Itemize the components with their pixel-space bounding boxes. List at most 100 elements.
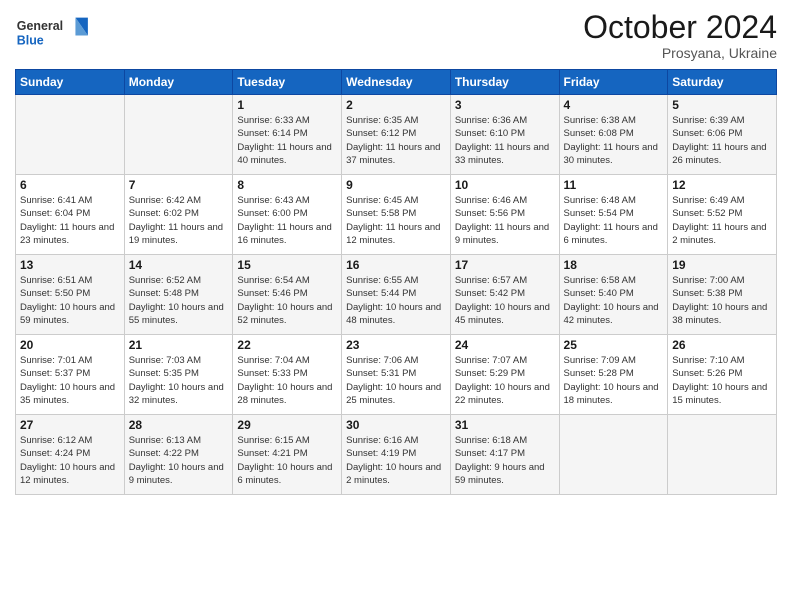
day-info: Sunrise: 6:57 AMSunset: 5:42 PMDaylight:… xyxy=(455,274,555,327)
day-number: 28 xyxy=(129,418,229,432)
day-number: 17 xyxy=(455,258,555,272)
daylight-text: Daylight: 10 hours and 2 minutes. xyxy=(346,461,446,488)
calendar-table: Sunday Monday Tuesday Wednesday Thursday… xyxy=(15,69,777,495)
daylight-text: Daylight: 11 hours and 40 minutes. xyxy=(237,141,337,168)
sunset-text: Sunset: 5:31 PM xyxy=(346,367,446,380)
daylight-text: Daylight: 9 hours and 59 minutes. xyxy=(455,461,555,488)
daylight-text: Daylight: 10 hours and 12 minutes. xyxy=(20,461,120,488)
sunrise-text: Sunrise: 6:16 AM xyxy=(346,434,446,447)
day-info: Sunrise: 6:15 AMSunset: 4:21 PMDaylight:… xyxy=(237,434,337,487)
sunset-text: Sunset: 5:56 PM xyxy=(455,207,555,220)
sunrise-text: Sunrise: 6:58 AM xyxy=(564,274,664,287)
sunset-text: Sunset: 5:44 PM xyxy=(346,287,446,300)
day-number: 20 xyxy=(20,338,120,352)
daylight-text: Daylight: 10 hours and 18 minutes. xyxy=(564,381,664,408)
day-info: Sunrise: 6:45 AMSunset: 5:58 PMDaylight:… xyxy=(346,194,446,247)
calendar-cell: 4 Sunrise: 6:38 AMSunset: 6:08 PMDaylight… xyxy=(559,95,668,175)
sunset-text: Sunset: 5:58 PM xyxy=(346,207,446,220)
day-info: Sunrise: 6:49 AMSunset: 5:52 PMDaylight:… xyxy=(672,194,772,247)
sunset-text: Sunset: 5:35 PM xyxy=(129,367,229,380)
sunrise-text: Sunrise: 6:35 AM xyxy=(346,114,446,127)
daylight-text: Daylight: 11 hours and 6 minutes. xyxy=(564,221,664,248)
daylight-text: Daylight: 11 hours and 12 minutes. xyxy=(346,221,446,248)
daylight-text: Daylight: 10 hours and 38 minutes. xyxy=(672,301,772,328)
sunrise-text: Sunrise: 6:38 AM xyxy=(564,114,664,127)
sunset-text: Sunset: 6:04 PM xyxy=(20,207,120,220)
day-info: Sunrise: 7:07 AMSunset: 5:29 PMDaylight:… xyxy=(455,354,555,407)
daylight-text: Daylight: 11 hours and 30 minutes. xyxy=(564,141,664,168)
day-number: 11 xyxy=(564,178,664,192)
sunrise-text: Sunrise: 7:09 AM xyxy=(564,354,664,367)
day-number: 16 xyxy=(346,258,446,272)
sunset-text: Sunset: 5:28 PM xyxy=(564,367,664,380)
sunset-text: Sunset: 4:21 PM xyxy=(237,447,337,460)
day-number: 27 xyxy=(20,418,120,432)
col-sunday: Sunday xyxy=(16,70,125,95)
day-number: 18 xyxy=(564,258,664,272)
logo-svg: General Blue xyxy=(15,10,95,60)
subtitle: Prosyana, Ukraine xyxy=(583,45,777,61)
col-monday: Monday xyxy=(124,70,233,95)
sunrise-text: Sunrise: 6:36 AM xyxy=(455,114,555,127)
calendar-week-row: 13Sunrise: 6:51 AMSunset: 5:50 PMDayligh… xyxy=(16,255,777,335)
sunrise-text: Sunrise: 6:48 AM xyxy=(564,194,664,207)
sunset-text: Sunset: 6:00 PM xyxy=(237,207,337,220)
daylight-text: Daylight: 10 hours and 42 minutes. xyxy=(564,301,664,328)
sunrise-text: Sunrise: 6:15 AM xyxy=(237,434,337,447)
sunrise-text: Sunrise: 7:00 AM xyxy=(672,274,772,287)
day-number: 2 xyxy=(346,98,446,112)
sunset-text: Sunset: 6:02 PM xyxy=(129,207,229,220)
calendar-header: Sunday Monday Tuesday Wednesday Thursday… xyxy=(16,70,777,95)
calendar-cell: 6 Sunrise: 6:41 AMSunset: 6:04 PMDaylight… xyxy=(16,175,125,255)
day-number: 12 xyxy=(672,178,772,192)
daylight-text: Daylight: 10 hours and 45 minutes. xyxy=(455,301,555,328)
calendar-cell: 27Sunrise: 6:12 AMSunset: 4:24 PMDayligh… xyxy=(16,415,125,495)
sunrise-text: Sunrise: 6:52 AM xyxy=(129,274,229,287)
col-friday: Friday xyxy=(559,70,668,95)
day-info: Sunrise: 6:42 AMSunset: 6:02 PMDaylight:… xyxy=(129,194,229,247)
day-info: Sunrise: 7:03 AMSunset: 5:35 PMDaylight:… xyxy=(129,354,229,407)
day-number: 6 xyxy=(20,178,120,192)
sunrise-text: Sunrise: 7:01 AM xyxy=(20,354,120,367)
sunset-text: Sunset: 6:06 PM xyxy=(672,127,772,140)
day-info: Sunrise: 6:13 AMSunset: 4:22 PMDaylight:… xyxy=(129,434,229,487)
sunrise-text: Sunrise: 7:07 AM xyxy=(455,354,555,367)
sunset-text: Sunset: 5:54 PM xyxy=(564,207,664,220)
daylight-text: Daylight: 11 hours and 16 minutes. xyxy=(237,221,337,248)
calendar-cell: 7 Sunrise: 6:42 AMSunset: 6:02 PMDaylight… xyxy=(124,175,233,255)
daylight-text: Daylight: 10 hours and 48 minutes. xyxy=(346,301,446,328)
day-info: Sunrise: 6:16 AMSunset: 4:19 PMDaylight:… xyxy=(346,434,446,487)
daylight-text: Daylight: 11 hours and 23 minutes. xyxy=(20,221,120,248)
day-info: Sunrise: 6:48 AMSunset: 5:54 PMDaylight:… xyxy=(564,194,664,247)
calendar-cell: 13Sunrise: 6:51 AMSunset: 5:50 PMDayligh… xyxy=(16,255,125,335)
day-info: Sunrise: 7:09 AMSunset: 5:28 PMDaylight:… xyxy=(564,354,664,407)
sunset-text: Sunset: 6:14 PM xyxy=(237,127,337,140)
day-number: 10 xyxy=(455,178,555,192)
day-number: 29 xyxy=(237,418,337,432)
logo: General Blue xyxy=(15,10,95,60)
calendar-cell: 25Sunrise: 7:09 AMSunset: 5:28 PMDayligh… xyxy=(559,335,668,415)
sunset-text: Sunset: 4:19 PM xyxy=(346,447,446,460)
sunset-text: Sunset: 5:46 PM xyxy=(237,287,337,300)
sunrise-text: Sunrise: 6:49 AM xyxy=(672,194,772,207)
day-number: 8 xyxy=(237,178,337,192)
calendar-week-row: 27Sunrise: 6:12 AMSunset: 4:24 PMDayligh… xyxy=(16,415,777,495)
calendar-cell: 11 Sunrise: 6:48 AMSunset: 5:54 PMDayligh… xyxy=(559,175,668,255)
day-number: 7 xyxy=(129,178,229,192)
col-thursday: Thursday xyxy=(450,70,559,95)
calendar-cell: 16Sunrise: 6:55 AMSunset: 5:44 PMDayligh… xyxy=(342,255,451,335)
sunrise-text: Sunrise: 7:06 AM xyxy=(346,354,446,367)
sunrise-text: Sunrise: 6:51 AM xyxy=(20,274,120,287)
day-info: Sunrise: 6:41 AMSunset: 6:04 PMDaylight:… xyxy=(20,194,120,247)
day-number: 30 xyxy=(346,418,446,432)
day-info: Sunrise: 6:38 AMSunset: 6:08 PMDaylight:… xyxy=(564,114,664,167)
sunset-text: Sunset: 5:33 PM xyxy=(237,367,337,380)
day-number: 4 xyxy=(564,98,664,112)
daylight-text: Daylight: 10 hours and 55 minutes. xyxy=(129,301,229,328)
day-number: 3 xyxy=(455,98,555,112)
day-info: Sunrise: 7:04 AMSunset: 5:33 PMDaylight:… xyxy=(237,354,337,407)
day-info: Sunrise: 6:52 AMSunset: 5:48 PMDaylight:… xyxy=(129,274,229,327)
calendar-cell: 18Sunrise: 6:58 AMSunset: 5:40 PMDayligh… xyxy=(559,255,668,335)
daylight-text: Daylight: 10 hours and 9 minutes. xyxy=(129,461,229,488)
sunrise-text: Sunrise: 6:54 AM xyxy=(237,274,337,287)
